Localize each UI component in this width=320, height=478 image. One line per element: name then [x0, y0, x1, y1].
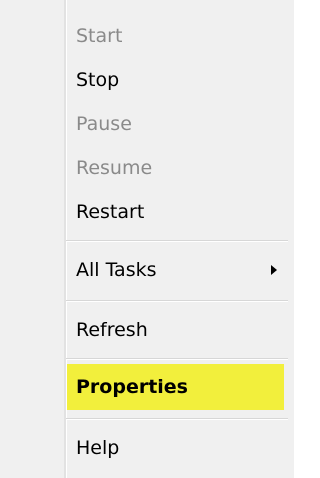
menu-item-properties[interactable]: Properties — [0, 365, 294, 409]
menu-item-label: Resume — [76, 157, 153, 179]
menu-item-all-tasks[interactable]: All Tasks — [0, 248, 294, 292]
submenu-arrow-icon — [271, 265, 277, 275]
menu-separator — [66, 300, 288, 302]
menu-separator — [66, 240, 288, 242]
menu-item-label: Stop — [76, 69, 120, 91]
menu-item-stop[interactable]: Stop — [0, 58, 294, 102]
menu-item-resume: Resume — [0, 146, 294, 190]
menu-item-label: Pause — [76, 113, 132, 135]
menu-item-label: All Tasks — [76, 259, 157, 281]
menu-item-label: Restart — [76, 201, 145, 223]
menu-separator — [66, 358, 288, 360]
menu-item-pause: Pause — [0, 102, 294, 146]
menu-item-start: Start — [0, 14, 294, 58]
menu-item-label: Properties — [76, 376, 188, 398]
menu-item-help[interactable]: Help — [0, 426, 294, 470]
context-menu: Start Stop Pause Resume Restart All Task… — [0, 0, 294, 478]
menu-separator — [66, 418, 288, 420]
menu-item-label: Start — [76, 25, 123, 47]
menu-item-label: Refresh — [76, 319, 148, 341]
menu-item-refresh[interactable]: Refresh — [0, 308, 294, 352]
menu-item-label: Help — [76, 437, 120, 459]
menu-item-restart[interactable]: Restart — [0, 190, 294, 234]
